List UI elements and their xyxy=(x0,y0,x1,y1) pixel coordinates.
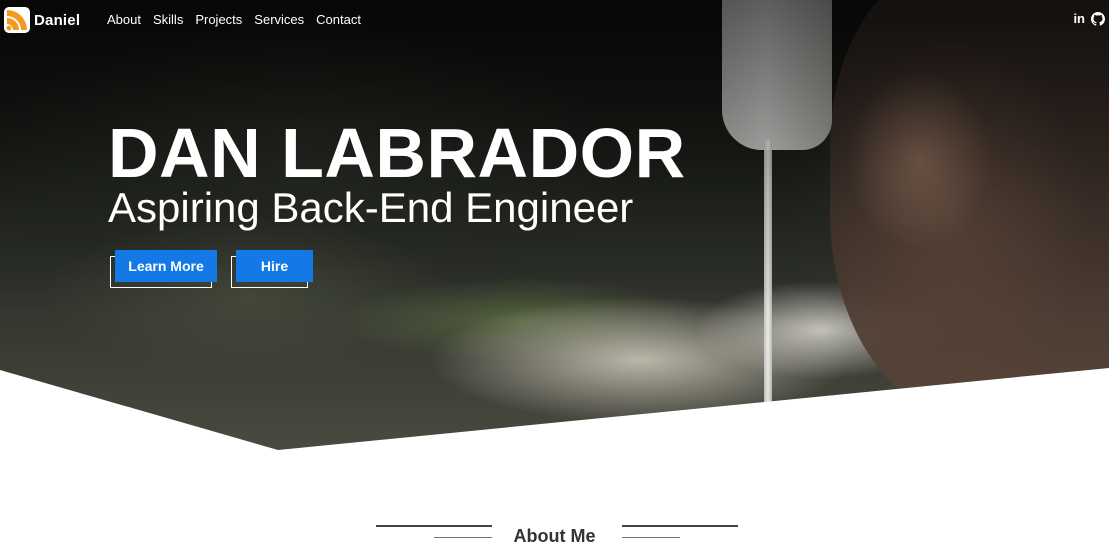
nav-link-about[interactable]: About xyxy=(107,12,141,27)
learn-more-button[interactable]: Learn More xyxy=(115,250,217,282)
logo-text: Daniel xyxy=(34,11,81,29)
logo-icon xyxy=(4,7,30,33)
logo-link[interactable]: Daniel xyxy=(4,7,80,33)
nav-link-skills[interactable]: Skills xyxy=(153,12,183,27)
learn-more-button-group: Learn More xyxy=(110,250,217,288)
hire-button[interactable]: Hire xyxy=(236,250,313,282)
social-links: in xyxy=(1073,12,1105,26)
hero-subtitle: Aspiring Back-End Engineer xyxy=(108,184,634,231)
nav-link-contact[interactable]: Contact xyxy=(316,12,361,27)
hero-title: DAN LABRADOR xyxy=(108,114,686,192)
nav-link-projects[interactable]: Projects xyxy=(195,12,242,27)
github-icon[interactable] xyxy=(1091,12,1105,26)
page: Daniel About Skills Projects Services Co… xyxy=(0,0,1109,555)
nav-links: About Skills Projects Services Contact xyxy=(107,12,361,27)
about-heading: About Me xyxy=(513,526,596,546)
linkedin-icon[interactable]: in xyxy=(1073,12,1085,26)
hire-button-group: Hire xyxy=(231,250,313,288)
navbar: Daniel About Skills Projects Services Co… xyxy=(0,0,1109,40)
nav-link-services[interactable]: Services xyxy=(254,12,304,27)
